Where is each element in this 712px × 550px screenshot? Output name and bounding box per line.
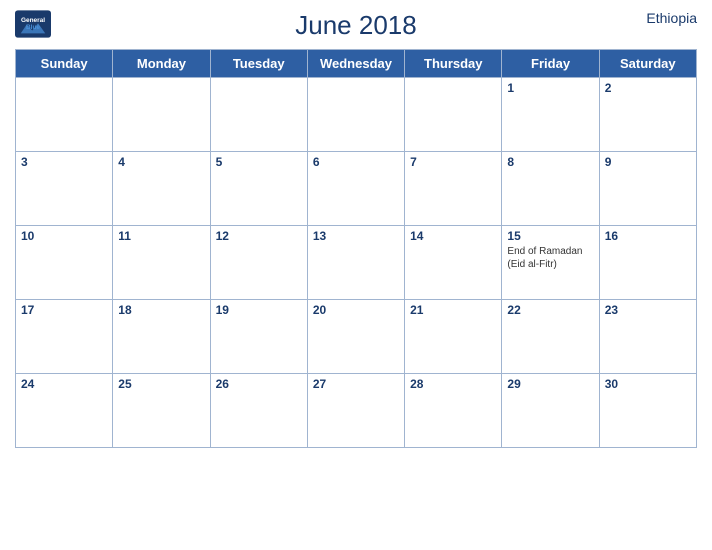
day-number: 29 (507, 377, 593, 391)
header-tuesday: Tuesday (210, 50, 307, 78)
calendar-day-cell: 28 (405, 374, 502, 448)
calendar-title: June 2018 (295, 10, 416, 41)
calendar-day-cell (307, 78, 404, 152)
header-sunday: Sunday (16, 50, 113, 78)
calendar-day-cell: 15 End of Ramadan (Eid al-Fitr) (502, 226, 599, 300)
calendar-header: General Blue June 2018 Ethiopia (15, 10, 697, 41)
calendar-day-cell: 19 (210, 300, 307, 374)
logo: General Blue (15, 10, 51, 38)
day-number: 21 (410, 303, 496, 317)
day-number: 27 (313, 377, 399, 391)
day-number: 2 (605, 81, 691, 95)
calendar-day-cell: 1 (502, 78, 599, 152)
calendar-week-row: 12 (16, 78, 697, 152)
day-number: 5 (216, 155, 302, 169)
calendar-day-cell (210, 78, 307, 152)
calendar-day-cell: 11 (113, 226, 210, 300)
calendar-day-cell: 3 (16, 152, 113, 226)
day-number: 14 (410, 229, 496, 243)
calendar-day-cell (16, 78, 113, 152)
weekday-header-row: Sunday Monday Tuesday Wednesday Thursday… (16, 50, 697, 78)
calendar-day-cell: 7 (405, 152, 502, 226)
header-thursday: Thursday (405, 50, 502, 78)
day-number: 18 (118, 303, 204, 317)
calendar-day-cell: 12 (210, 226, 307, 300)
calendar-day-cell: 24 (16, 374, 113, 448)
day-number: 11 (118, 229, 204, 243)
day-number: 15 (507, 229, 593, 243)
calendar-day-cell: 5 (210, 152, 307, 226)
calendar-day-cell: 22 (502, 300, 599, 374)
day-number: 16 (605, 229, 691, 243)
calendar-day-cell: 13 (307, 226, 404, 300)
calendar-day-cell: 20 (307, 300, 404, 374)
day-number: 13 (313, 229, 399, 243)
calendar-week-row: 10 11 12 13 14 15 End of Ramadan (Eid al-Fitr)… (16, 226, 697, 300)
calendar-table: Sunday Monday Tuesday Wednesday Thursday… (15, 49, 697, 448)
calendar-day-cell: 2 (599, 78, 696, 152)
day-number: 12 (216, 229, 302, 243)
day-number: 25 (118, 377, 204, 391)
day-number: 3 (21, 155, 107, 169)
header-monday: Monday (113, 50, 210, 78)
calendar-day-cell: 23 (599, 300, 696, 374)
calendar-day-cell: 6 (307, 152, 404, 226)
country-label: Ethiopia (646, 10, 697, 26)
calendar-day-cell: 26 (210, 374, 307, 448)
day-number: 23 (605, 303, 691, 317)
day-number: 1 (507, 81, 593, 95)
calendar-day-cell: 16 (599, 226, 696, 300)
day-number: 9 (605, 155, 691, 169)
header-wednesday: Wednesday (307, 50, 404, 78)
day-number: 17 (21, 303, 107, 317)
calendar-day-cell: 29 (502, 374, 599, 448)
day-number: 20 (313, 303, 399, 317)
calendar-container: General Blue June 2018 Ethiopia Sunday M… (0, 0, 712, 550)
svg-text:General: General (21, 17, 45, 24)
calendar-day-cell: 14 (405, 226, 502, 300)
calendar-day-cell: 21 (405, 300, 502, 374)
calendar-day-cell: 30 (599, 374, 696, 448)
day-number: 19 (216, 303, 302, 317)
day-number: 4 (118, 155, 204, 169)
calendar-day-cell: 18 (113, 300, 210, 374)
calendar-week-row: 24 25 26 27 28 29 30 (16, 374, 697, 448)
calendar-day-cell: 17 (16, 300, 113, 374)
calendar-week-row: 3456789 (16, 152, 697, 226)
day-number: 24 (21, 377, 107, 391)
day-number: 28 (410, 377, 496, 391)
calendar-day-cell: 9 (599, 152, 696, 226)
event-label: End of Ramadan (Eid al-Fitr) (507, 245, 593, 271)
calendar-day-cell: 10 (16, 226, 113, 300)
calendar-week-row: 17 18 19 20 21 22 23 (16, 300, 697, 374)
calendar-day-cell: 8 (502, 152, 599, 226)
day-number: 6 (313, 155, 399, 169)
day-number: 7 (410, 155, 496, 169)
calendar-day-cell: 25 (113, 374, 210, 448)
day-number: 22 (507, 303, 593, 317)
day-number: 8 (507, 155, 593, 169)
day-number: 10 (21, 229, 107, 243)
calendar-day-cell (405, 78, 502, 152)
day-number: 30 (605, 377, 691, 391)
calendar-day-cell: 27 (307, 374, 404, 448)
calendar-day-cell (113, 78, 210, 152)
header-friday: Friday (502, 50, 599, 78)
calendar-day-cell: 4 (113, 152, 210, 226)
header-saturday: Saturday (599, 50, 696, 78)
day-number: 26 (216, 377, 302, 391)
